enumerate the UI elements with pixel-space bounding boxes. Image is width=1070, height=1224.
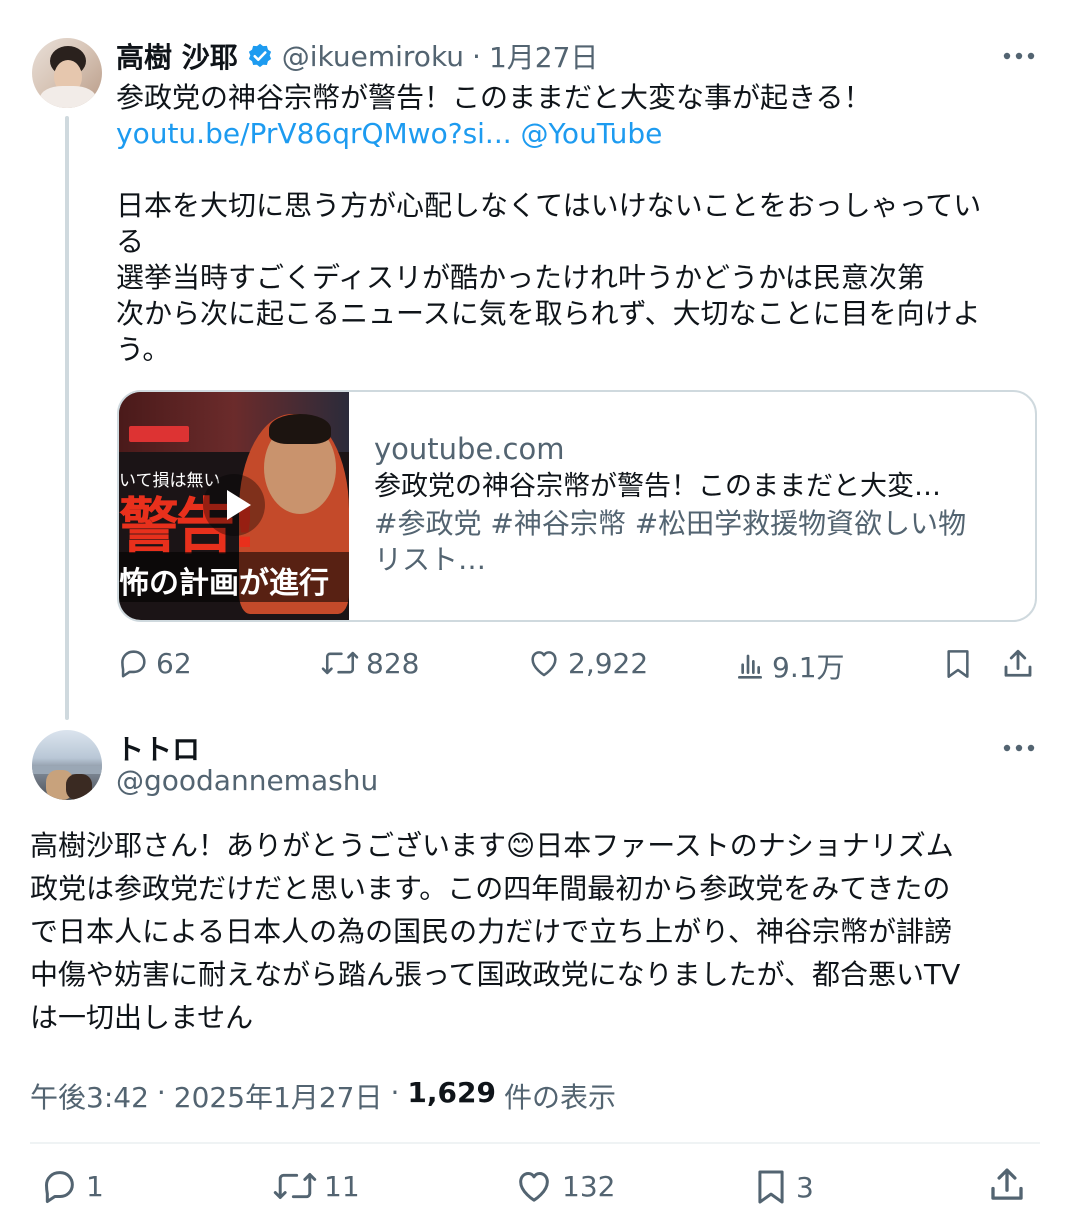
reply-author-avatar[interactable]	[32, 730, 102, 800]
tweet-body-line: 日本を大切に思う方が心配しなくてはいけないことをおっしゃってい	[116, 189, 982, 222]
reply-author-name[interactable]: トトロ	[116, 728, 200, 768]
author-handle[interactable]: @ikuemiroku	[282, 40, 464, 73]
header-separator: ·	[472, 39, 481, 73]
retweet-button[interactable]: 828	[320, 646, 419, 680]
play-icon[interactable]	[203, 474, 265, 536]
thread-line	[65, 116, 69, 720]
views-count: 9.1万	[772, 651, 845, 684]
more-icon[interactable]	[1001, 42, 1037, 70]
like-count: 2,922	[568, 646, 649, 680]
bookmark-icon	[752, 1166, 790, 1208]
author-name[interactable]: 高樹 沙耶	[116, 36, 238, 76]
divider	[30, 1142, 1040, 1144]
retweet-icon	[272, 1166, 318, 1206]
retweet-count: 11	[324, 1169, 360, 1203]
reply-icon	[116, 646, 150, 680]
bookmark-button[interactable]: 3	[752, 1166, 814, 1208]
reply-button[interactable]: 62	[116, 646, 192, 680]
reply-button[interactable]: 1	[38, 1166, 104, 1206]
tweet-time[interactable]: 午後3:42	[30, 1076, 149, 1116]
video-thumbnail[interactable]: いて損は無い 警告! 怖の計画が進行	[119, 392, 349, 620]
share-icon[interactable]	[986, 1164, 1028, 1210]
bookmark-icon[interactable]	[942, 646, 974, 686]
bookmark-count: 3	[796, 1170, 814, 1204]
tweet-body-line: る	[116, 225, 145, 258]
reply-body-line: で日本人による日本人の為の国民の力だけで立ち上がり、神谷宗幣が誹謗	[30, 915, 953, 948]
like-icon	[526, 646, 562, 680]
reply-author-handle[interactable]: @goodannemashu	[116, 764, 378, 797]
retweet-button[interactable]: 11	[272, 1166, 360, 1206]
tweet-link-row: youtu.be/PrV86qrQMwo?si... @YouTube	[116, 116, 662, 152]
card-hashtags: #参政党 #神谷宗幣 #松田学救援物資欲しい物	[374, 507, 967, 540]
views-label: 件の表示	[503, 1081, 616, 1114]
like-count: 132	[562, 1169, 616, 1203]
reply-count: 1	[86, 1169, 104, 1203]
views-button[interactable]: 9.1万	[734, 646, 845, 686]
youtube-link[interactable]: youtu.be/PrV86qrQMwo?si...	[116, 117, 512, 150]
link-preview-card[interactable]: いて損は無い 警告! 怖の計画が進行 youtube.com 参政党の神谷宗幣が…	[117, 390, 1037, 622]
card-title: 参政党の神谷宗幣が警告！このままだと大変…	[374, 471, 941, 502]
card-hashtags-cont: リスト…	[374, 543, 487, 576]
youtube-mention[interactable]: @YouTube	[521, 117, 663, 150]
retweet-count: 828	[366, 646, 420, 680]
tweet-meta: 午後3:42 · 2025年1月27日 · 1,629 件の表示	[30, 1076, 616, 1116]
tweet-body-line: 次から次に起こるニュースに気を取られず、大切なことに目を向けよ	[116, 297, 981, 330]
tweet-body-line: 選挙当時すごくディスリが酷かったけれ叶うかどうかは民意次第	[116, 261, 925, 294]
tweet-full-date[interactable]: 2025年1月27日	[174, 1076, 383, 1116]
reply-icon	[38, 1166, 80, 1206]
tweet-body-line: う。	[116, 333, 171, 366]
meta-separator: ·	[156, 1076, 166, 1109]
retweet-icon	[320, 646, 360, 680]
thumb-caption-bottom: 怖の計画が進行	[119, 566, 329, 601]
tweet-header: 高樹 沙耶 @ikuemiroku · 1月27日	[116, 36, 598, 76]
views-total: 1,629	[407, 1076, 496, 1109]
reply-count: 62	[156, 646, 192, 680]
reply-body-line: 中傷や妨害に耐えながら踏ん張って国政政党になりましたが、都合悪いTV	[30, 958, 961, 991]
share-icon[interactable]	[1000, 646, 1036, 686]
reply-body-line: は一切出しません	[30, 1001, 254, 1034]
meta-separator: ·	[390, 1076, 400, 1109]
verified-badge-icon	[246, 42, 274, 70]
author-avatar[interactable]	[32, 38, 102, 108]
card-domain: youtube.com	[374, 432, 565, 466]
like-icon	[512, 1166, 556, 1206]
reply-body-line: 高樹沙耶さん！ありがとうございます😊日本ファーストのナショナリズム	[30, 829, 954, 862]
reply-body-line: 政党は参政党だけだと思います。この四年間最初から参政党をみてきたの	[30, 872, 951, 905]
tweet-text-line1: 参政党の神谷宗幣が警告！このままだと大変な事が起きる！	[116, 81, 872, 114]
tweet-date[interactable]: 1月27日	[489, 36, 598, 76]
views-icon	[734, 649, 766, 683]
more-icon[interactable]	[1001, 734, 1037, 762]
like-button[interactable]: 2,922	[526, 646, 648, 680]
like-button[interactable]: 132	[512, 1166, 615, 1206]
